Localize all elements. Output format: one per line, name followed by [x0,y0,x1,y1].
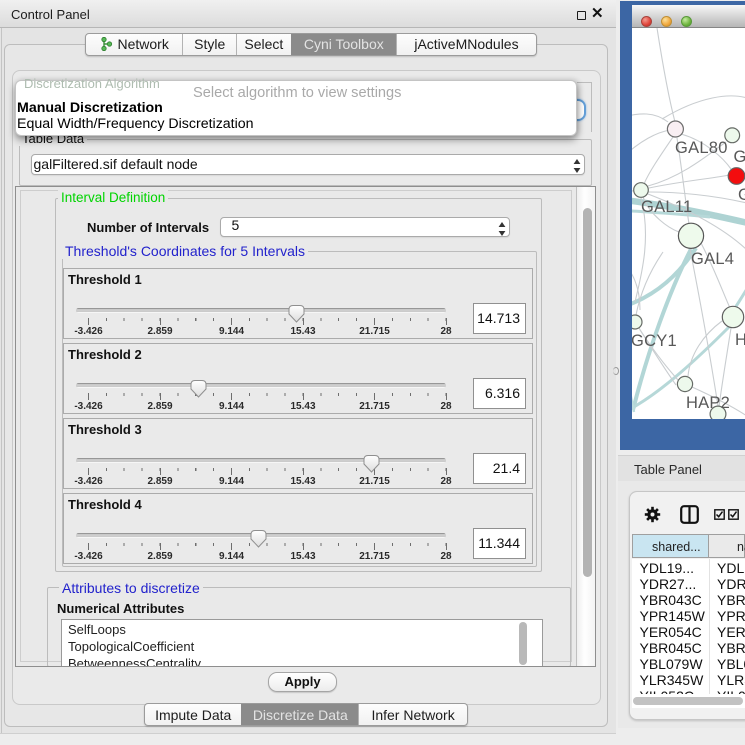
svg-text:G: G [738,186,745,204]
svg-text:GA: GA [734,148,745,166]
svg-text:H: H [735,331,745,349]
svg-text:HAP2: HAP2 [686,394,730,412]
svg-text:GAL11: GAL11 [641,198,692,216]
svg-text:GAL4: GAL4 [691,250,734,268]
svg-text:GAL80: GAL80 [675,139,728,157]
svg-text:GCY1: GCY1 [632,332,677,350]
